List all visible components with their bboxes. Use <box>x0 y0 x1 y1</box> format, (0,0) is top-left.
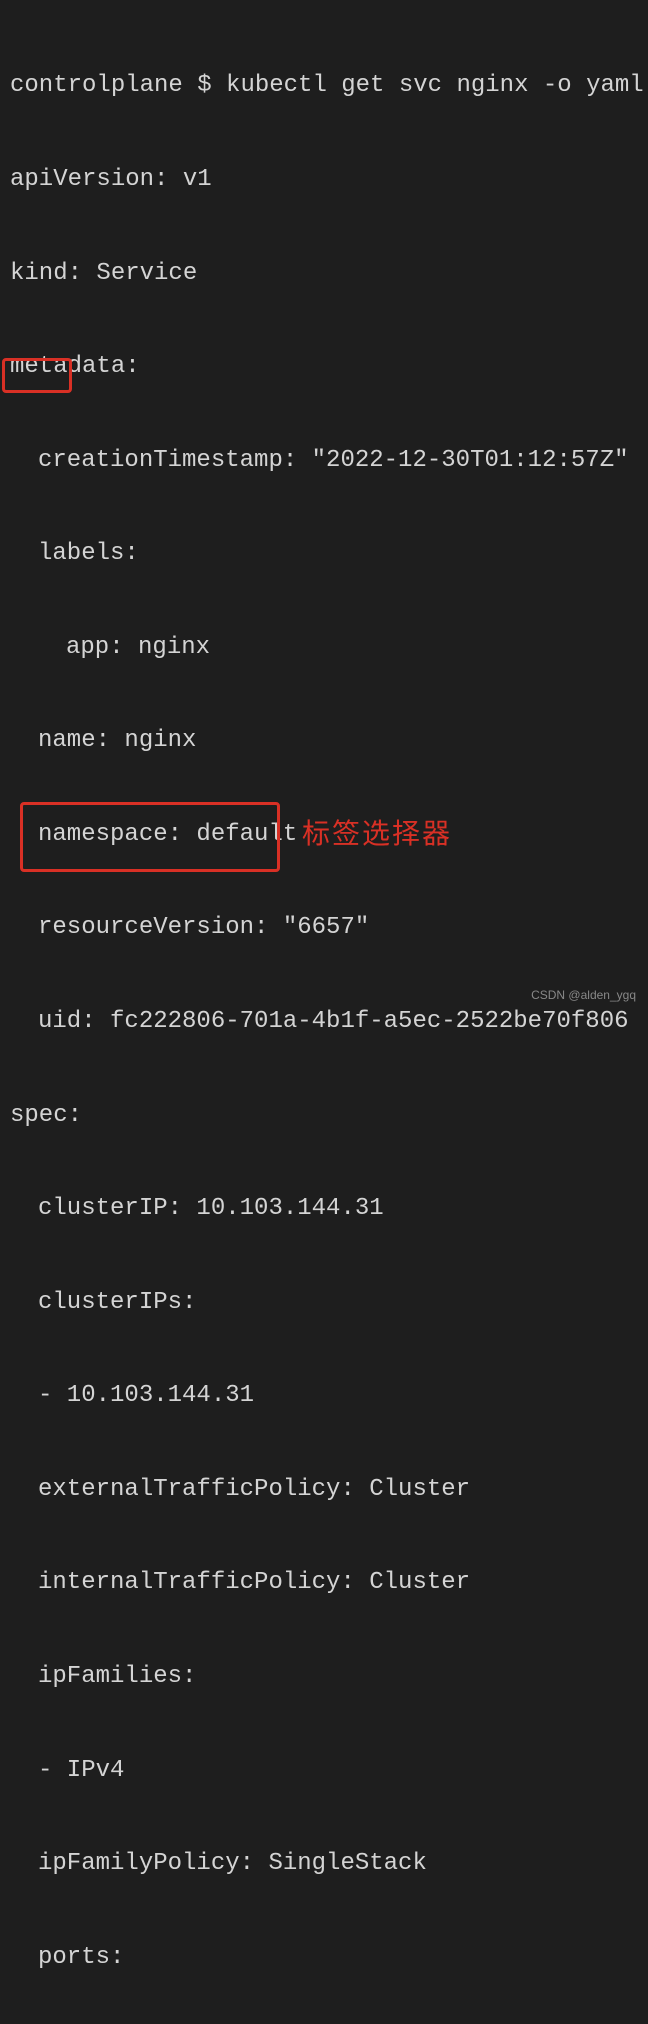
yaml-line: metadata: <box>10 351 638 382</box>
yaml-spec: spec: <box>10 1100 638 1131</box>
terminal-output: controlplane $ kubectl get svc nginx -o … <box>10 8 638 2024</box>
command-prompt: controlplane $ kubectl get svc nginx -o … <box>10 70 638 101</box>
yaml-line: ipFamilyPolicy: SingleStack <box>10 1848 638 1879</box>
yaml-line: internalTrafficPolicy: Cluster <box>10 1567 638 1598</box>
yaml-line: name: nginx <box>10 725 638 756</box>
yaml-line: apiVersion: v1 <box>10 164 638 195</box>
yaml-line: uid: fc222806-701a-4b1f-a5ec-2522be70f80… <box>10 1006 638 1037</box>
yaml-line: app: nginx <box>10 632 638 663</box>
watermark-text: CSDN @alden_ygq <box>531 988 636 1004</box>
yaml-line: resourceVersion: "6657" <box>10 912 638 943</box>
yaml-line: - IPv4 <box>10 1755 638 1786</box>
yaml-line: - 10.103.144.31 <box>10 1380 638 1411</box>
yaml-line: ports: <box>10 1942 638 1973</box>
annotation-label: 标签选择器 <box>302 816 452 852</box>
yaml-line: clusterIPs: <box>10 1287 638 1318</box>
yaml-line: kind: Service <box>10 258 638 289</box>
yaml-line: ipFamilies: <box>10 1661 638 1692</box>
yaml-line: externalTrafficPolicy: Cluster <box>10 1474 638 1505</box>
yaml-line: creationTimestamp: "2022-12-30T01:12:57Z… <box>10 445 638 476</box>
yaml-line: labels: <box>10 538 638 569</box>
yaml-line: clusterIP: 10.103.144.31 <box>10 1193 638 1224</box>
